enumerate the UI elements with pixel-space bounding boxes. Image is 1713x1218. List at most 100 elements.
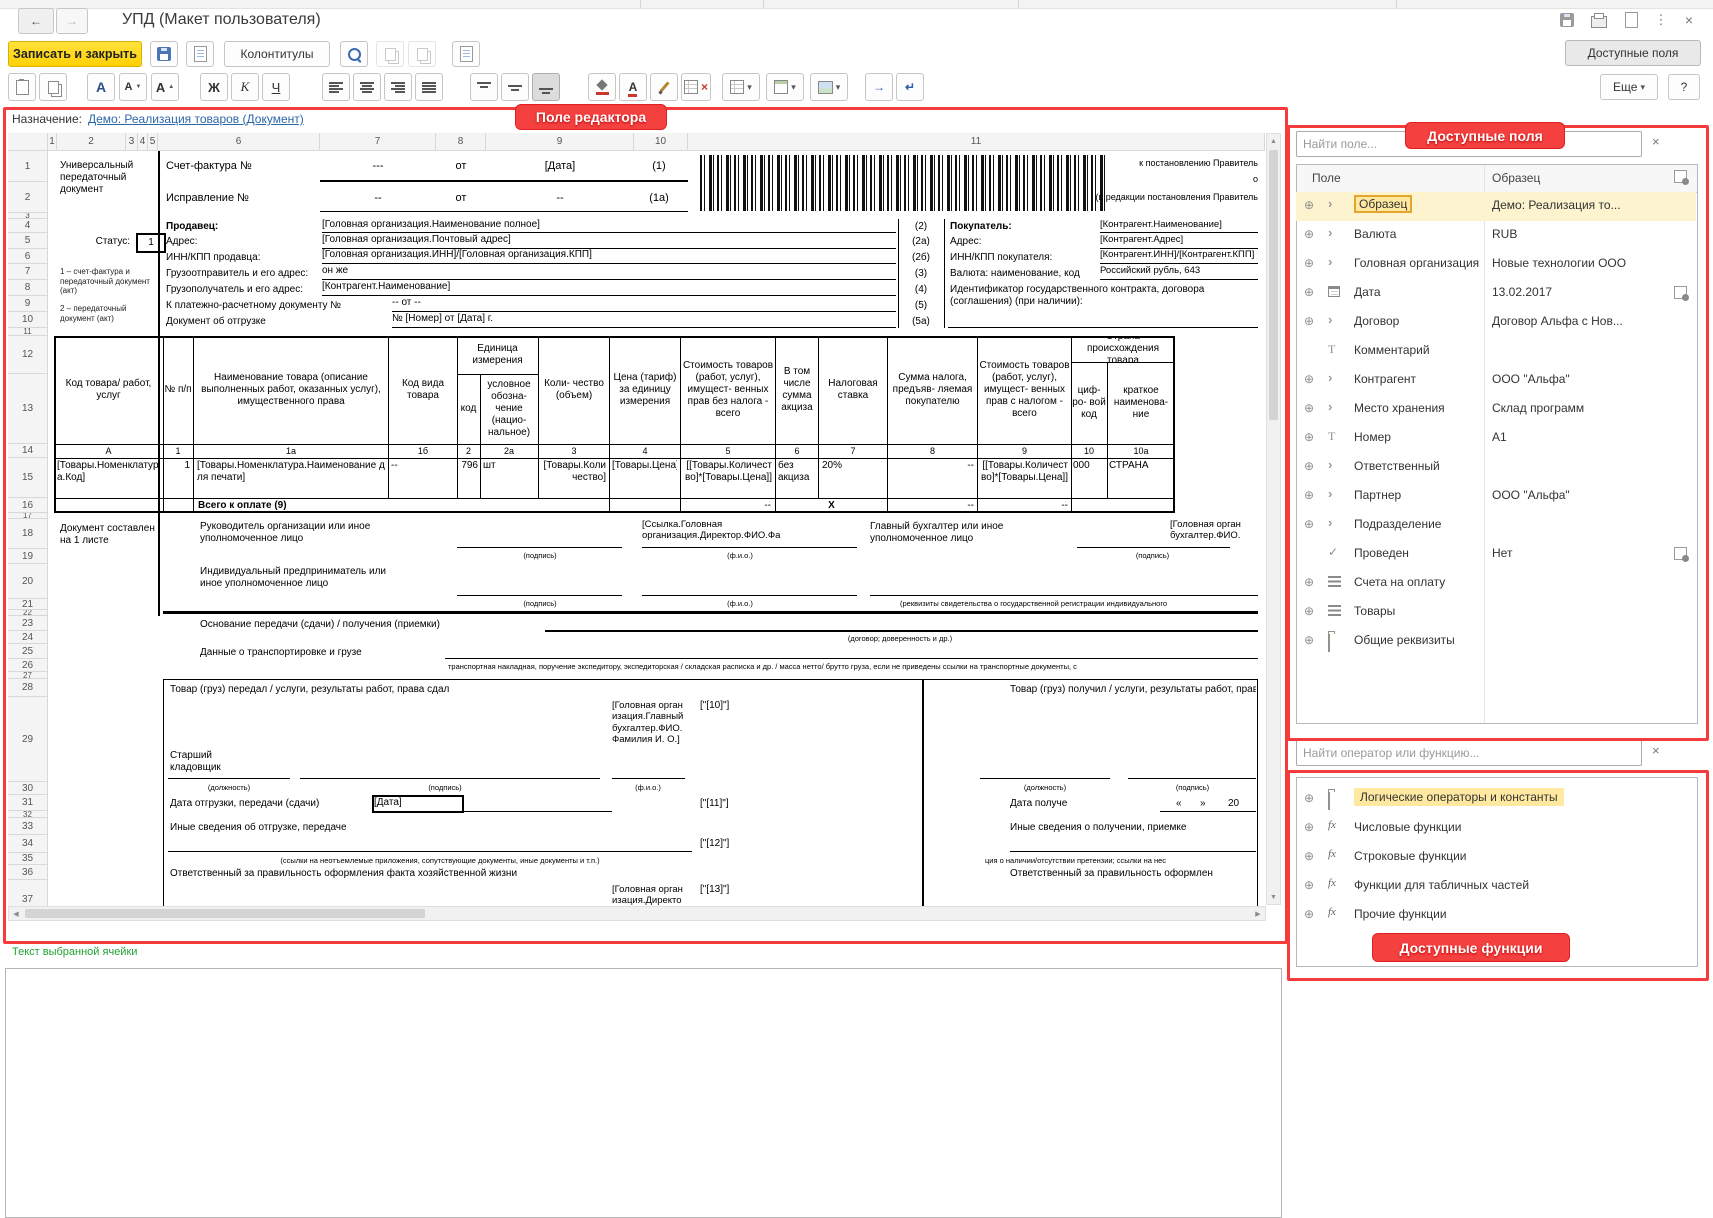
code-row-cell[interactable]: А (56, 446, 161, 457)
valign-top-button[interactable] (470, 73, 498, 101)
shipper-value-cell[interactable]: он же (322, 265, 896, 280)
field-row[interactable]: ⊕ Товары (1296, 598, 1696, 627)
add-function-icon[interactable]: ⊕ (1304, 791, 1320, 805)
col-header[interactable]: 3 (126, 133, 138, 151)
function-label[interactable]: Числовые функции (1354, 820, 1461, 834)
th-country[interactable]: Страна происхождения товара (1072, 336, 1174, 362)
add-field-icon[interactable]: ⊕ (1304, 517, 1320, 531)
field-row[interactable]: ⊕ › Партнер ООО "Альфа" (1296, 482, 1696, 511)
sign-caption[interactable]: (подпись) (1090, 551, 1215, 560)
storekeeper-cell[interactable]: Старший кладовщик (170, 750, 250, 778)
row-header[interactable]: 8 (8, 280, 48, 296)
status-note[interactable]: 2 – передаточный документ (акт) (60, 304, 156, 323)
seller-inn-cell[interactable]: [Головная организация.ИНН]/[Головная орг… (322, 249, 896, 264)
add-field-icon[interactable]: ⊕ (1304, 227, 1320, 241)
mark[interactable]: (2а) (898, 236, 944, 248)
font-button[interactable]: А (87, 73, 115, 101)
buyer-inn-cell[interactable]: [Контрагент.ИНН]/[Контрагент.КПП] (1100, 249, 1258, 264)
shipping-doc-label[interactable]: Документ об отгрузке (166, 316, 392, 328)
col-header[interactable]: 7 (320, 133, 436, 151)
align-right-button[interactable] (384, 73, 412, 101)
field-label[interactable]: Головная организация (1354, 256, 1479, 270)
chevron-icon[interactable]: › (1328, 516, 1332, 529)
links-caption[interactable]: (ссылки на неотъемлемые приложения, сопу… (200, 856, 680, 865)
row-header[interactable]: 11 (8, 328, 48, 336)
cells-dropdown[interactable]: ▾ (766, 73, 804, 101)
status-label[interactable]: Статус: (72, 236, 130, 248)
row-header[interactable]: 15 (8, 458, 48, 498)
text-color-button[interactable]: А (619, 73, 647, 101)
ship-date-label[interactable]: Дата отгрузки, передачи (сдачи) (170, 798, 370, 810)
payment-doc-cell[interactable]: -- от -- (392, 297, 896, 312)
marker-11[interactable]: ["[11]"] (700, 798, 762, 810)
total-cell[interactable]: -- (683, 500, 771, 512)
pages-cell[interactable]: Документ составлен на 1 листе (60, 523, 155, 565)
function-row[interactable]: ⊕ fx Числовые функции (1296, 814, 1696, 843)
code-row-cell[interactable]: 7 (820, 446, 886, 457)
copy-button[interactable] (39, 73, 67, 101)
item-cell[interactable]: 1 (164, 460, 190, 472)
chevron-icon[interactable]: › (1328, 255, 1332, 268)
code-row-cell[interactable]: 8 (889, 446, 976, 457)
borders-dropdown[interactable]: ▾ (722, 73, 760, 101)
field-label[interactable]: Ответственный (1354, 459, 1440, 473)
background-color-button[interactable] (588, 73, 616, 101)
transport-caption[interactable]: транспортная накладная, поручение экспед… (448, 662, 1258, 671)
titlebar-preview-icon[interactable] (1622, 11, 1640, 29)
item-cell[interactable]: без акциза (778, 460, 816, 496)
titlebar-close-icon[interactable]: × (1680, 11, 1698, 29)
selected-cell-text-area[interactable] (5, 968, 1282, 1218)
row-header[interactable]: 33 (8, 818, 48, 835)
decree-note[interactable]: (в редакции постановления Правитель (990, 192, 1258, 203)
basis-label[interactable]: Основание передачи (сдачи) / получения (… (200, 619, 545, 631)
seller-address-cell[interactable]: [Головная организация.Почтовый адрес] (322, 234, 896, 249)
fields-settings-icon[interactable] (1674, 170, 1687, 183)
buyer-inn-label[interactable]: ИНН/КПП покупателя: (950, 252, 1095, 264)
row-header[interactable]: 29 (8, 697, 48, 782)
paste-format-button[interactable] (408, 41, 436, 67)
col-header[interactable]: 8 (436, 133, 486, 151)
row-header[interactable]: 32 (8, 811, 48, 818)
add-function-icon[interactable]: ⊕ (1304, 820, 1320, 834)
other-ship-label[interactable]: Иные сведения об отгрузке, передаче (170, 822, 530, 834)
row-header[interactable]: 6 (8, 249, 48, 264)
total-label[interactable]: Всего к оплате (9) (198, 500, 398, 512)
th-unit[interactable]: Единица измерения (458, 336, 537, 374)
total-cell[interactable]: -- (980, 500, 1068, 512)
add-field-icon[interactable]: ⊕ (1304, 430, 1320, 444)
horizontal-scrollbar[interactable]: ◀ ▶ (8, 906, 1266, 921)
text-wrap-button[interactable]: ↵ (896, 73, 924, 101)
correction-date-cell[interactable]: -- (486, 192, 634, 205)
other-recv-label[interactable]: Иные сведения о получении, приемке (1010, 822, 1256, 834)
forward-button[interactable]: → (56, 8, 88, 34)
field-row[interactable]: ⊕ › Образец Демо: Реализация то... (1296, 192, 1696, 221)
seller-label[interactable]: Продавец: (166, 221, 316, 233)
field-row[interactable]: Т Комментарий (1296, 337, 1696, 366)
code-row-cell[interactable]: 10а (1108, 446, 1174, 457)
correction-from[interactable]: от (436, 192, 486, 205)
th-country-code[interactable]: циф- ро- вой код (1072, 362, 1106, 444)
row-header[interactable]: 5 (8, 233, 48, 249)
field-row[interactable]: ⊕ › Ответственный (1296, 453, 1696, 482)
row-header[interactable]: 18 (8, 519, 48, 549)
item-cell[interactable]: [[Товары.Количество]*[Товары.Цена]] (683, 460, 772, 496)
valign-bottom-button[interactable] (532, 73, 560, 101)
sign-caption[interactable]: (подпись) (390, 783, 500, 792)
decree-note[interactable]: к постановлению Правитель (1000, 158, 1258, 169)
titlebar-save-icon[interactable] (1558, 11, 1576, 29)
transport-label[interactable]: Данные о транспортировке и грузе (200, 647, 445, 659)
field-label[interactable]: Счета на оплату (1354, 575, 1445, 589)
field-label[interactable]: Товары (1354, 604, 1395, 618)
field-row[interactable]: ⊕ › Головная организация Новые технологи… (1296, 250, 1696, 279)
entrepreneur-label[interactable]: Индивидуальный предприниматель или иное … (200, 566, 400, 594)
seller-value-cell[interactable]: [Головная организация.Наименование полно… (322, 219, 896, 233)
shipping-doc-cell[interactable]: № [Номер] от [Дата] г. (392, 313, 896, 328)
quote-open[interactable]: « (1176, 798, 1188, 810)
field-row[interactable]: ⊕ Общие реквизиты (1296, 627, 1696, 656)
function-row[interactable]: ⊕ fx Функции для табличных частей (1296, 872, 1696, 901)
headers-footers-button[interactable]: Колонтитулы (224, 41, 330, 67)
field-label[interactable]: Место хранения (1354, 401, 1445, 415)
field-settings-icon[interactable] (1674, 547, 1687, 560)
field-row[interactable]: ✓ Проведен Нет (1296, 540, 1696, 569)
more-button[interactable]: Еще▾ (1600, 74, 1658, 100)
